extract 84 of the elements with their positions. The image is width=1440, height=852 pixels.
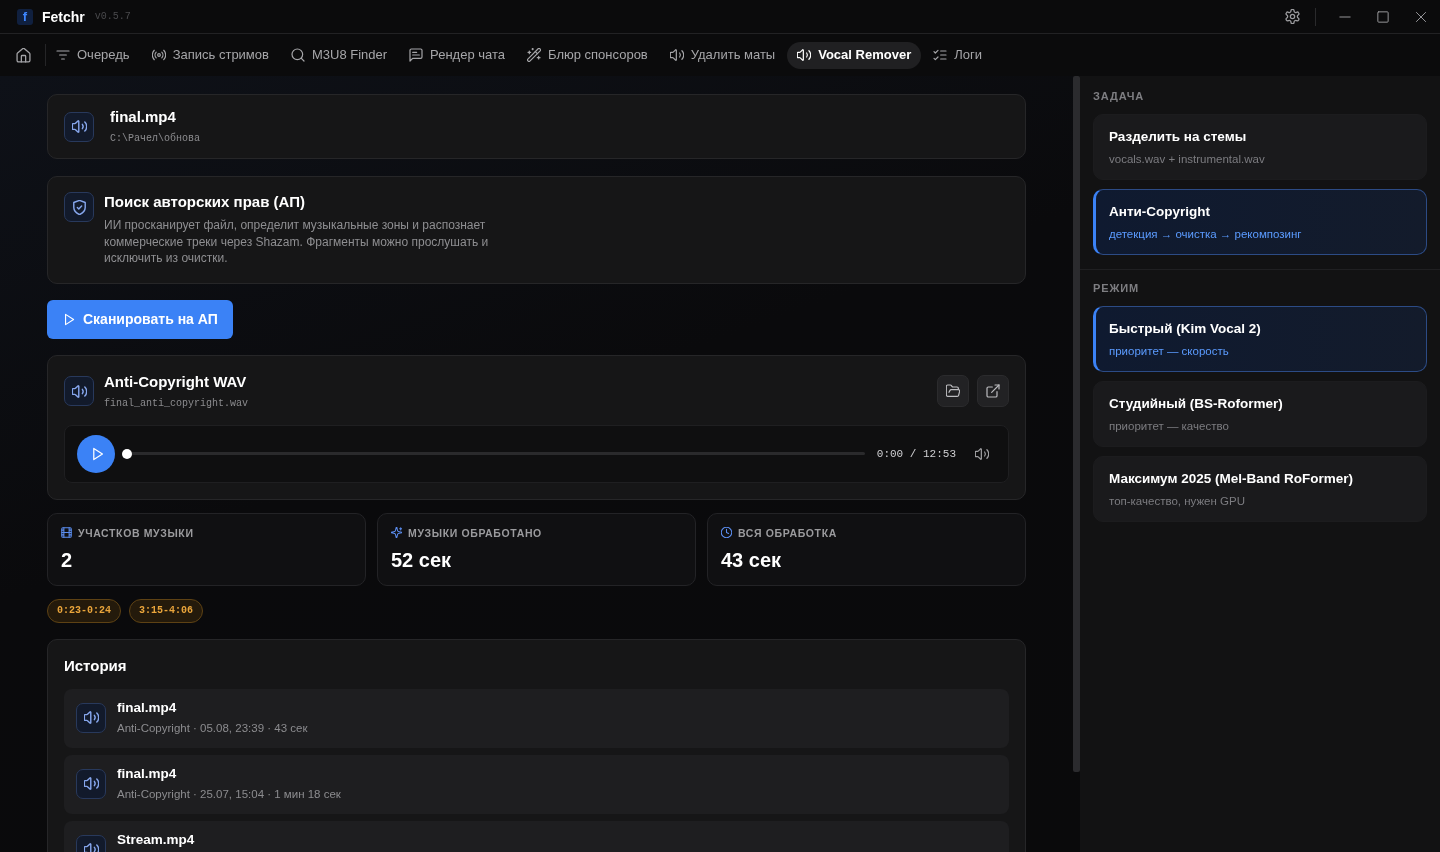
- shield-check-icon: [64, 192, 94, 222]
- play-icon: [63, 312, 75, 326]
- option-subtitle: детекция → очистка → рекомпозинг: [1109, 227, 1303, 242]
- filter-icon: [56, 48, 70, 62]
- stat-value: 43 сек: [721, 547, 783, 572]
- option-subtitle: vocals.wav + instrumental.wav: [1109, 152, 1266, 167]
- chat-bubble-icon: [409, 48, 424, 62]
- play-button[interactable]: [77, 434, 115, 473]
- section-description: ИИ просканирует файл, определит музыкальные зоны и распознает коммерческие треки через Shazam. Фрагменты можно прослушать и исключить из очистки.: [104, 217, 490, 267]
- option-card[interactable]: Максимум 2025 (Mel-Band RoFormer) топ-качество, нужен GPU: [1093, 456, 1427, 522]
- section-title: Поиск авторских прав (АП): [104, 192, 306, 212]
- stat-value: 52 сек: [391, 547, 453, 572]
- nav-tab[interactable]: Удалить маты: [659, 41, 786, 69]
- time-range-tag[interactable]: 0:23-0:24: [47, 598, 121, 623]
- clock-icon: [721, 527, 732, 538]
- section-label: ЗАДАЧА: [1093, 89, 1146, 103]
- option-card[interactable]: Студийный (BS-Roformer) приоритет — качество: [1093, 381, 1427, 447]
- external-link-icon: [986, 384, 1000, 398]
- option-card[interactable]: Разделить на стемы vocals.wav + instrumental.wav: [1093, 114, 1427, 180]
- output-file-name: final_anti_copyright.wav: [104, 396, 249, 411]
- maximize-icon: [1377, 10, 1389, 23]
- speaker-icon: [64, 111, 94, 142]
- playback-time: 0:00 / 12:53: [876, 446, 956, 461]
- file-name: final.mp4: [110, 107, 177, 127]
- history-details: Anti-Copyright · 05.08, 23:39 · 43 сек: [117, 720, 308, 736]
- history-item[interactable]: final.mp4 Anti-Copyright · 05.08, 23:39 · 43 сек: [64, 688, 1009, 748]
- option-subtitle: приоритет — скорость: [1109, 344, 1230, 359]
- speaker-icon: [669, 48, 684, 62]
- app-version: v0.5.7: [94, 9, 131, 24]
- close-icon: [1415, 10, 1427, 23]
- volume-icon: [975, 446, 989, 461]
- search-icon: [290, 48, 305, 62]
- option-title: Быстрый (Kim Vocal 2): [1109, 320, 1262, 338]
- seek-thumb[interactable]: [122, 448, 132, 459]
- volume-button[interactable]: [974, 445, 990, 462]
- history-file-name: final.mp4: [117, 764, 178, 783]
- open-folder-button[interactable]: [937, 375, 969, 407]
- nav-tab[interactable]: Блюр спонсоров: [517, 41, 658, 69]
- nav-tab[interactable]: Очередь: [46, 41, 140, 69]
- stat-label: УЧАСТКОВ МУЗЫКИ: [78, 525, 194, 540]
- checklist-icon: [933, 48, 948, 62]
- history-details: Anti-Copyright · 25.07, 15:04 · 1 мин 18 сек: [117, 786, 341, 802]
- section-label: РЕЖИМ: [1093, 281, 1141, 295]
- stat-label: МУЗЫКИ ОБРАБОТАНО: [408, 525, 542, 540]
- option-title: Разделить на стемы: [1109, 128, 1248, 146]
- sparkles-icon: [391, 527, 402, 538]
- history-item[interactable]: final.mp4 Anti-Copyright · 25.07, 15:04 · 1 мин 18 сек: [64, 754, 1009, 814]
- time-range-tag[interactable]: 3:15-4:06: [129, 598, 204, 623]
- open-external-button[interactable]: [977, 375, 1009, 407]
- film-icon: [61, 527, 72, 538]
- file-path: C:\Рачел\обнова: [110, 132, 200, 146]
- nav-tab[interactable]: M3U8 Finder: [280, 41, 398, 69]
- history-item[interactable]: Stream.mp4: [64, 820, 1009, 852]
- history-file-name: Stream.mp4: [117, 830, 195, 849]
- speaker-icon: [64, 376, 94, 406]
- option-title: Студийный (BS-Roformer): [1109, 395, 1284, 413]
- speaker-icon: [76, 702, 106, 733]
- scrollbar-thumb[interactable]: [1073, 76, 1080, 772]
- stat-value: 2: [61, 547, 74, 572]
- option-title: Максимум 2025 (Mel-Band RoFormer): [1109, 470, 1354, 488]
- speaker-icon: [797, 48, 812, 62]
- nav-tab[interactable]: Запись стримов: [141, 41, 279, 69]
- nav-tab[interactable]: Логи: [923, 41, 992, 69]
- folder-icon: [946, 384, 960, 398]
- option-subtitle: топ-качество, нужен GPU: [1109, 494, 1246, 509]
- play-icon: [90, 446, 104, 461]
- speaker-icon: [76, 768, 106, 799]
- history-title: История: [64, 655, 128, 676]
- scan-button[interactable]: Сканировать на АП: [47, 299, 233, 339]
- app-name: Fetchr: [42, 7, 85, 26]
- option-card[interactable]: Анти-Copyright детекция → очистка → рекомпозинг: [1093, 189, 1427, 255]
- option-card[interactable]: Быстрый (Kim Vocal 2) приоритет — скорость: [1093, 306, 1427, 372]
- settings-icon: [1284, 9, 1300, 24]
- option-title: Анти-Copyright: [1109, 203, 1212, 221]
- magic-wand-icon: [527, 48, 541, 62]
- broadcast-icon: [151, 48, 166, 62]
- app-logo: f: [17, 8, 33, 25]
- nav-tab[interactable]: Рендер чата: [399, 41, 515, 69]
- output-title: Anti-Copyright WAV: [104, 371, 248, 392]
- nav-tab[interactable]: Vocal Remover: [787, 41, 922, 69]
- history-file-name: final.mp4: [117, 698, 178, 717]
- home-icon: [15, 47, 31, 63]
- option-subtitle: приоритет — качество: [1109, 419, 1230, 434]
- stat-label: ВСЯ ОБРАБОТКА: [738, 525, 837, 540]
